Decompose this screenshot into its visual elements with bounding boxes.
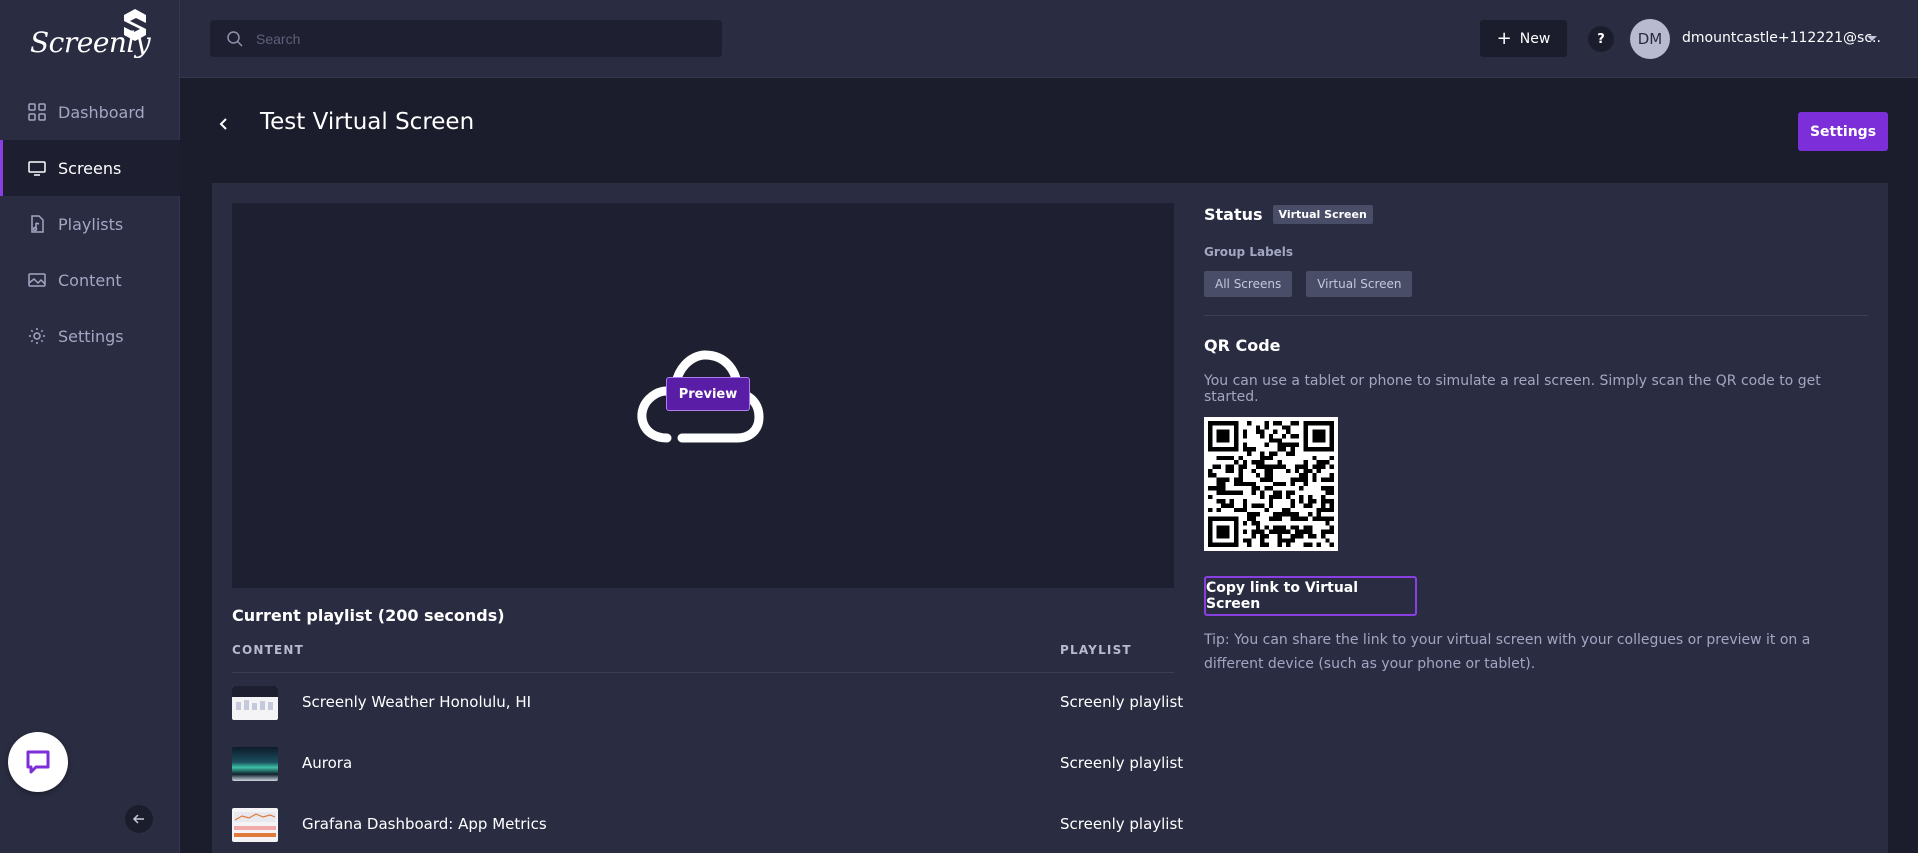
sidebar-item-dashboard[interactable]: Dashboard xyxy=(0,84,180,140)
playlist-name[interactable]: Screenly playlist xyxy=(1060,815,1183,833)
table-row[interactable]: Aurora Screenly playlist xyxy=(232,734,1183,794)
group-label-chip[interactable]: Virtual Screen xyxy=(1306,271,1413,297)
user-name[interactable]: dmountcastle+112221@sc... xyxy=(1682,30,1882,46)
table-row[interactable]: Grafana Dashboard: App Metrics Screenly … xyxy=(232,795,1183,853)
arrow-left-icon xyxy=(132,814,144,824)
sidebar-item-playlists[interactable]: Playlists xyxy=(0,196,180,252)
search-box[interactable] xyxy=(210,20,722,57)
column-playlist: PLAYLIST xyxy=(1060,643,1132,657)
table-row[interactable]: Screenly Weather Honolulu, HI Screenly p… xyxy=(232,673,1183,733)
new-button-label: New xyxy=(1519,30,1551,47)
chat-button[interactable] xyxy=(8,732,68,792)
image-icon xyxy=(28,273,46,287)
chevron-down-icon[interactable] xyxy=(1867,36,1877,41)
settings-button[interactable]: Settings xyxy=(1798,112,1888,151)
sidebar-item-label: Content xyxy=(58,270,122,290)
weather-thumbnail xyxy=(232,686,278,720)
group-labels-list: All Screens Virtual Screen xyxy=(1204,271,1413,297)
playlist-name[interactable]: Screenly playlist xyxy=(1060,754,1183,772)
sidebar: Screenly Dashboard Screens Playlists Con… xyxy=(0,0,180,853)
search-icon xyxy=(227,30,243,47)
qr-code-image xyxy=(1204,417,1338,551)
screen-icon xyxy=(28,161,46,176)
back-button[interactable] xyxy=(214,112,234,136)
status-line: Status Virtual Screen xyxy=(1204,205,1373,224)
column-content: CONTENT xyxy=(232,643,305,657)
sidebar-item-label: Settings xyxy=(58,326,124,346)
logo-mark-icon xyxy=(124,9,146,41)
qr-code-title: QR Code xyxy=(1204,336,1281,355)
status-label: Status xyxy=(1204,205,1263,224)
grafana-thumbnail xyxy=(232,808,278,842)
playlist-icon xyxy=(31,215,44,233)
avatar[interactable]: DM xyxy=(1630,19,1670,59)
search-input[interactable] xyxy=(256,30,696,47)
help-button[interactable]: ? xyxy=(1588,26,1614,52)
chevron-left-icon xyxy=(219,118,227,130)
screen-detail-panel: Preview Current playlist (200 seconds) C… xyxy=(212,183,1888,853)
plus-icon: + xyxy=(1496,27,1512,49)
group-label-chip[interactable]: All Screens xyxy=(1204,271,1293,297)
current-playlist-title: Current playlist (200 seconds) xyxy=(232,606,505,625)
screenly-logo[interactable]: Screenly xyxy=(30,8,151,68)
sidebar-item-settings[interactable]: Settings xyxy=(0,308,180,364)
playlist-table-header: CONTENT PLAYLIST xyxy=(232,643,1174,673)
copy-link-button[interactable]: Copy link to Virtual Screen xyxy=(1204,576,1417,616)
dashboard-icon xyxy=(28,103,46,121)
content-name: Aurora xyxy=(302,754,353,772)
new-button[interactable]: + New xyxy=(1480,20,1567,57)
sidebar-item-content[interactable]: Content xyxy=(0,252,180,308)
content-name: Grafana Dashboard: App Metrics xyxy=(302,815,547,833)
group-labels-title: Group Labels xyxy=(1204,245,1294,259)
collapse-sidebar-button[interactable] xyxy=(125,805,153,833)
sidebar-item-label: Playlists xyxy=(58,214,124,234)
screen-preview: Preview xyxy=(232,203,1174,588)
page-title: Test Virtual Screen xyxy=(260,109,475,135)
divider xyxy=(1204,315,1868,316)
chat-icon xyxy=(26,750,50,774)
playlist-name[interactable]: Screenly playlist xyxy=(1060,693,1183,711)
sidebar-item-screens[interactable]: Screens xyxy=(0,140,180,196)
top-bar: + New ? DM dmountcastle+112221@sc... xyxy=(180,0,1918,78)
tip-text: Tip: You can share the link to your virt… xyxy=(1204,632,1811,672)
status-badge: Virtual Screen xyxy=(1272,205,1373,224)
sidebar-item-label: Dashboard xyxy=(58,102,145,122)
aurora-thumbnail xyxy=(232,747,278,781)
preview-button[interactable]: Preview xyxy=(666,377,750,411)
content-name: Screenly Weather Honolulu, HI xyxy=(302,693,532,711)
sidebar-nav: Dashboard Screens Playlists Content Sett… xyxy=(0,84,180,364)
qr-code-description: You can use a tablet or phone to simulat… xyxy=(1204,373,1821,405)
sidebar-item-label: Screens xyxy=(58,158,122,178)
gear-icon xyxy=(29,328,45,344)
